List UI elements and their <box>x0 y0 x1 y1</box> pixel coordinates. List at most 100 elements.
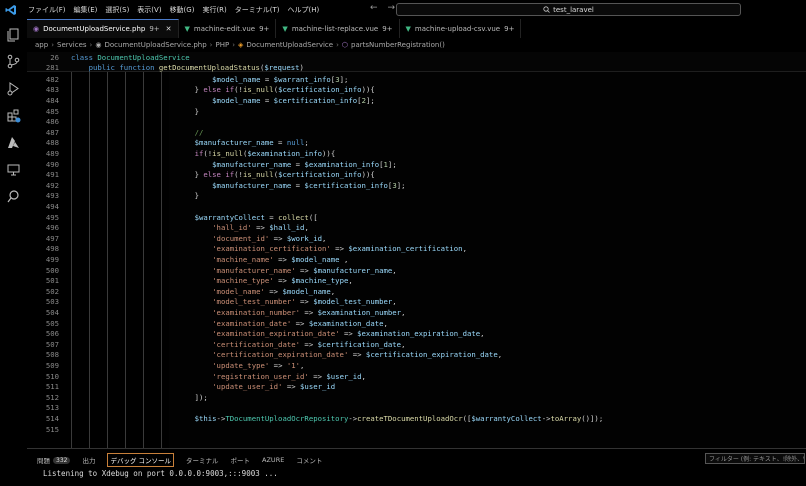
code-line[interactable]: 491 } else if(!is_null($certification_in… <box>27 169 806 180</box>
sticky-line[interactable]: 281 public function getDocumentUploadSta… <box>27 62 806 72</box>
code-line[interactable]: 482 $model_name = $warrant_info[3]; <box>27 74 806 85</box>
menu-item[interactable]: ヘルプ(H) <box>284 5 324 15</box>
run-debug-icon[interactable] <box>6 81 21 96</box>
code-line[interactable]: 507 'certification_date' => $certificati… <box>27 339 806 350</box>
panel-tab[interactable]: 問題 332 <box>37 455 71 465</box>
code-line[interactable]: 493 } <box>27 191 806 202</box>
panel-tab-label: デバッグ コンソール <box>110 457 172 465</box>
menu-item[interactable]: 編集(E) <box>70 5 102 15</box>
chevron-right-icon: › <box>209 41 213 49</box>
code-text: } <box>177 191 199 201</box>
editor-tab[interactable]: ▼ machine-edit.vue 9+ <box>179 19 277 38</box>
code-line[interactable]: 486 <box>27 116 806 127</box>
code-line[interactable]: 488 $manufacturer_name = null; <box>27 138 806 149</box>
code-line[interactable]: 509 'update_type' => '1', <box>27 360 806 371</box>
menu-item[interactable]: ファイル(F) <box>24 5 70 15</box>
breadcrumb: app › Services › ◉ DocumentUploadService.php ›… <box>27 38 806 52</box>
code-line[interactable]: 501 'machine_type' => $machine_type, <box>27 275 806 286</box>
breadcrumb-item[interactable]: partsNumberRegistration() <box>351 41 445 49</box>
code-line[interactable]: 494 <box>27 201 806 212</box>
line-number: 493 <box>45 191 59 201</box>
menu-item[interactable]: 実行(R) <box>198 5 230 15</box>
line-number: 509 <box>45 360 59 370</box>
code-line[interactable]: 502 'model_name' => $model_name, <box>27 286 806 297</box>
line-number: 485 <box>45 106 59 116</box>
code-editor[interactable]: 26 class DocumentUploadService 281 public … <box>27 52 806 448</box>
code-line[interactable]: 498 'examination_certification' => $exam… <box>27 244 806 255</box>
code-text: 'update_type' => '1', <box>212 360 305 370</box>
line-number: 501 <box>45 276 59 286</box>
panel-tab-label: ポート <box>230 457 251 465</box>
code-line[interactable]: 485 } <box>27 106 806 117</box>
panel-tab[interactable]: デバッグ コンソール <box>107 453 175 467</box>
extensions-icon[interactable] <box>6 108 21 123</box>
code-line[interactable]: 512 ]); <box>27 392 806 403</box>
panel-tab[interactable]: ターミナル <box>186 455 219 465</box>
azure-icon[interactable] <box>6 135 21 150</box>
editor-tab[interactable]: ▼ machine-upload-csv.vue 9+ <box>400 19 522 38</box>
forward-arrow-icon[interactable]: → <box>388 3 396 13</box>
code-line[interactable]: 496 'hall_id' => $hall_id, <box>27 222 806 233</box>
source-control-icon[interactable] <box>6 54 21 69</box>
editor-tabs: ◉ DocumentUploadService.php 9+ ✕ ▼ machine-ed… <box>27 19 806 38</box>
code-line[interactable]: 508 'certification_expiration_date' => $… <box>27 350 806 361</box>
line-number: 489 <box>45 148 59 158</box>
panel-tab[interactable]: AZURE <box>262 456 284 464</box>
code-line[interactable]: 489 if(!is_null($examination_info)){ <box>27 148 806 159</box>
menu-item[interactable]: 移動(G) <box>166 5 199 15</box>
code-line[interactable]: 511 'update_user_id' => $user_id <box>27 381 806 392</box>
code-line[interactable]: 484 $model_name = $certification_info[2]… <box>27 95 806 106</box>
command-center-search[interactable]: test_laravel <box>396 3 741 16</box>
code-line[interactable]: 500 'manufacturer_name' => $manufacturer… <box>27 265 806 276</box>
code-line[interactable]: 504 'examination_number' => $examination… <box>27 307 806 318</box>
code-line[interactable]: 492 $manufacturer_name = $certification_… <box>27 180 806 191</box>
code-line[interactable]: 487 // <box>27 127 806 138</box>
console-filter-input[interactable]: フィルター (例: テキスト、!除外、\エス <box>705 453 805 464</box>
code-line[interactable]: 513 <box>27 403 806 414</box>
code-text: public function getDocumentUploadStatus(… <box>88 62 304 72</box>
breadcrumb-item[interactable]: app <box>35 41 48 49</box>
panel-tab[interactable]: 出力 <box>82 455 95 465</box>
panel-tab-label: コメント <box>296 457 323 465</box>
code-line[interactable]: 515 <box>27 424 806 435</box>
remote-explorer-icon[interactable] <box>6 162 21 177</box>
code-text: 'examination_certification' => $examinat… <box>212 244 467 254</box>
line-number: 482 <box>45 74 59 84</box>
sticky-scroll-header[interactable]: 26 class DocumentUploadService 281 public … <box>27 52 806 72</box>
panel-tab-label: ターミナル <box>186 457 219 465</box>
sticky-line[interactable]: 26 class DocumentUploadService <box>27 52 806 62</box>
code-text: $manufacturer_name = $certification_info… <box>212 180 406 190</box>
code-line[interactable]: 506 'examination_expiration_date' => $ex… <box>27 328 806 339</box>
close-icon[interactable]: ✕ <box>166 25 172 33</box>
problem-count-badge: 332 <box>53 456 71 464</box>
editor-tab[interactable]: ◉ DocumentUploadService.php 9+ ✕ <box>27 19 179 38</box>
code-text: 'machine_type' => $machine_type, <box>212 276 353 286</box>
panel-tab[interactable]: コメント <box>296 455 322 465</box>
code-line[interactable]: 510 'registration_user_id' => $user_id, <box>27 371 806 382</box>
breadcrumb-item[interactable]: DocumentUploadService <box>246 41 333 49</box>
breadcrumb-item[interactable]: DocumentUploadService.php <box>104 41 206 49</box>
menu-item[interactable]: 選択(S) <box>101 5 133 15</box>
code-line[interactable]: 490 $manufacturer_name = $examination_in… <box>27 159 806 170</box>
menu-item[interactable]: ターミナル(T) <box>231 5 284 15</box>
back-arrow-icon[interactable]: ← <box>370 3 378 13</box>
line-number: 513 <box>45 403 59 413</box>
editor-tab[interactable]: ▼ machine-list-replace.vue 9+ <box>276 19 400 38</box>
vue-file-icon: ▼ <box>282 24 288 33</box>
code-line[interactable]: 497 'document_id' => $work_id, <box>27 233 806 244</box>
menu-item[interactable]: 表示(V) <box>133 5 165 15</box>
breadcrumb-item[interactable]: Services <box>57 41 87 49</box>
line-number: 490 <box>45 159 59 169</box>
code-line[interactable]: 483 } else if(!is_null($certification_in… <box>27 85 806 96</box>
line-number: 492 <box>45 180 59 190</box>
code-line[interactable]: 495 $warrantyCollect = collect([ <box>27 212 806 223</box>
search-icon[interactable] <box>6 189 21 204</box>
explorer-icon[interactable] <box>6 27 21 42</box>
panel-tab[interactable]: ポート <box>231 455 251 465</box>
code-line[interactable]: 503 'model_test_number' => $model_test_n… <box>27 297 806 308</box>
code-line[interactable]: 514 $this->TDocumentUploadOcrRepository-… <box>27 413 806 424</box>
code-line[interactable]: 499 'machine_name' => $model_name , <box>27 254 806 265</box>
code-line[interactable]: 505 'examination_date' => $examination_d… <box>27 318 806 329</box>
breadcrumb-item[interactable]: PHP <box>215 41 229 49</box>
code-text: class DocumentUploadService <box>71 52 190 62</box>
